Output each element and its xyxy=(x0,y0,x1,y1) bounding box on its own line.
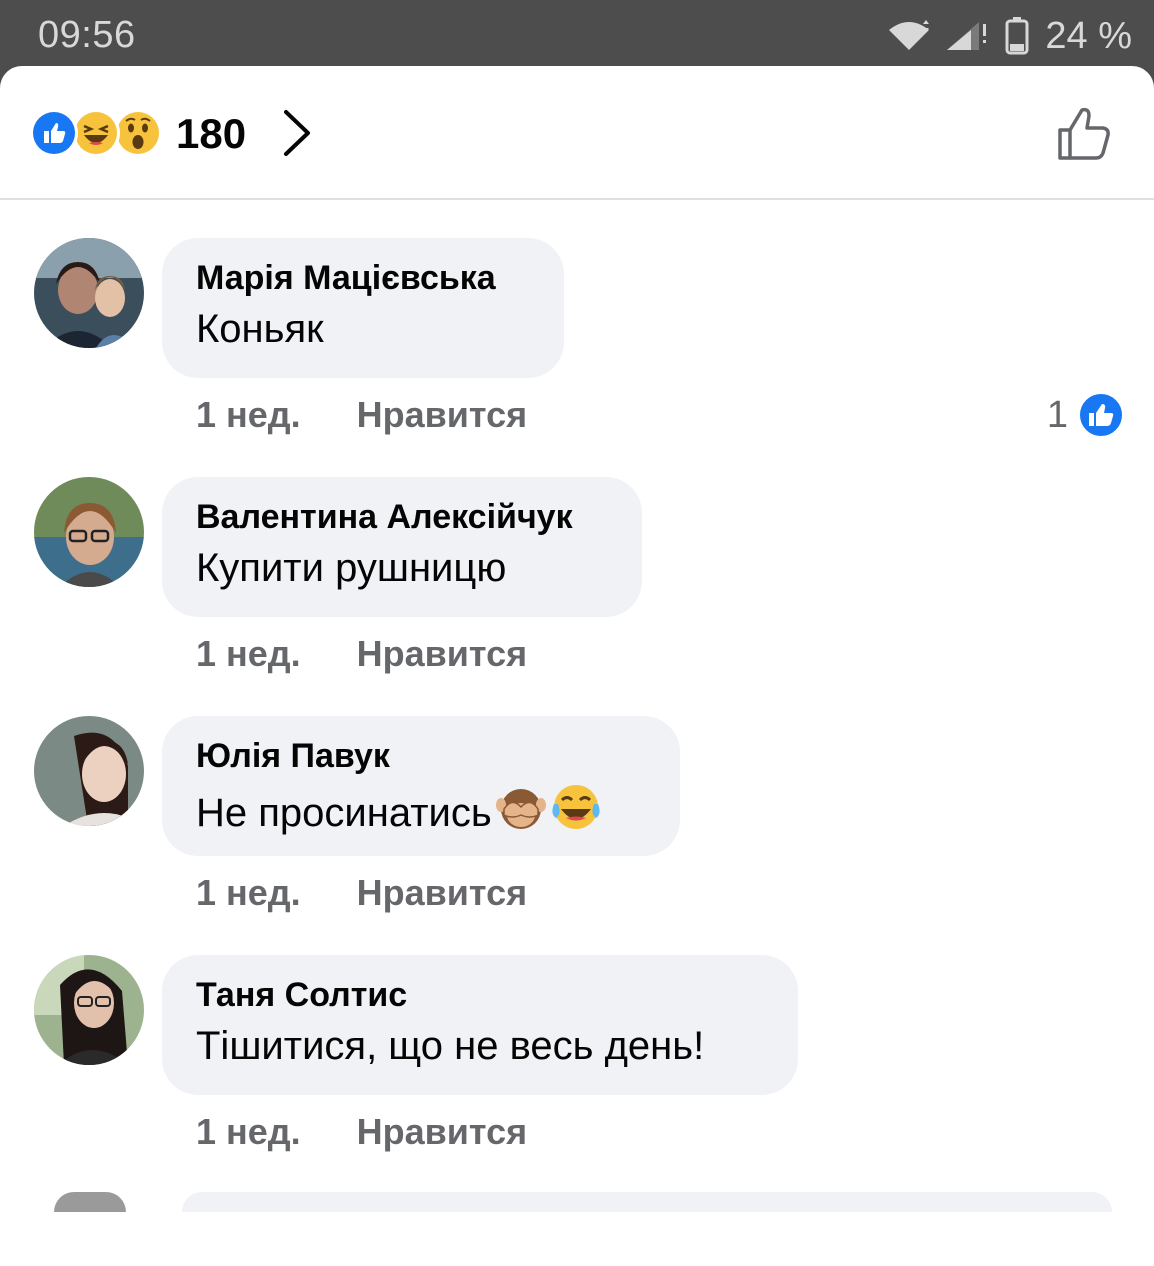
like-comment-button[interactable]: Нравится xyxy=(357,394,527,436)
reaction-summary-bar[interactable]: 180 xyxy=(0,66,1154,200)
chevron-right-icon[interactable] xyxy=(280,108,312,163)
like-count-number: 1 xyxy=(1046,393,1068,436)
comment-actions: 1 нед. Нравится xyxy=(196,394,527,436)
comment-item: Таня Солтис Тішитися, що не весь день! 1… xyxy=(0,955,1154,1193)
avatar[interactable] xyxy=(34,238,144,348)
status-time: 09:56 xyxy=(38,14,136,56)
comment-text-content: Тішитися, що не весь день! xyxy=(196,1024,705,1068)
comment-time[interactable]: 1 нед. xyxy=(196,872,301,914)
avatar[interactable] xyxy=(34,955,144,1065)
battery-icon xyxy=(1005,17,1029,55)
comment-author[interactable]: Марія Мацієвська xyxy=(196,258,530,298)
comment-author[interactable]: Юлія Павук xyxy=(196,736,646,776)
wow-reaction-icon xyxy=(114,109,162,157)
comment-item: Юлія Павук Не просинатись 1 нед. Нравитс… xyxy=(0,716,1154,954)
like-comment-button[interactable]: Нравится xyxy=(357,1111,527,1153)
like-post-button[interactable] xyxy=(1056,104,1114,167)
haha-reaction-icon xyxy=(72,109,120,157)
tears-of-joy-icon xyxy=(550,782,602,844)
status-icons: 24 % xyxy=(887,14,1132,58)
comment-bubble[interactable]: Марія Мацієвська Коньяк xyxy=(162,238,564,378)
comments-sheet: 180 Марія Мацієвська Коньяк 1 нед. Нрави… xyxy=(0,66,1154,1266)
comment-time[interactable]: 1 нед. xyxy=(196,633,301,675)
battery-level: 24 % xyxy=(1045,14,1132,57)
comment-actions: 1 нед. Нравится xyxy=(196,633,527,675)
next-comment-bubble xyxy=(182,1192,1112,1212)
avatar[interactable] xyxy=(34,716,144,826)
avatar[interactable] xyxy=(34,477,144,587)
see-no-evil-monkey-icon xyxy=(495,783,546,843)
like-comment-button[interactable]: Нравится xyxy=(357,633,527,675)
status-bar: 09:56 24 % xyxy=(0,0,1154,72)
comment-bubble[interactable]: Таня Солтис Тішитися, що не весь день! xyxy=(162,955,798,1095)
like-comment-button[interactable]: Нравится xyxy=(357,872,527,914)
comment-text-content: Купити рушницю xyxy=(196,546,507,590)
thumbs-up-outline-icon xyxy=(1058,107,1110,160)
comment-author[interactable]: Таня Солтис xyxy=(196,975,764,1015)
next-comment-avatar xyxy=(54,1192,126,1212)
reaction-icons[interactable] xyxy=(30,109,162,157)
comment-actions: 1 нед. Нравится xyxy=(196,1111,527,1153)
comment-bubble[interactable]: Валентина Алексійчук Купити рушницю xyxy=(162,477,642,617)
signal-icon xyxy=(945,20,991,52)
comment-text: Тішитися, що не весь день! xyxy=(196,1021,764,1071)
comment-text: Коньяк xyxy=(196,304,530,354)
reaction-count: 180 xyxy=(176,110,247,157)
comment-time[interactable]: 1 нед. xyxy=(196,1111,301,1153)
comment-item: Марія Мацієвська Коньяк 1 нед. Нравится … xyxy=(0,238,1154,476)
comment-like-count[interactable]: 1 xyxy=(1047,392,1124,438)
comment-item: Валентина Алексійчук Купити рушницю 1 не… xyxy=(0,477,1154,715)
comment-text: Не просинатись xyxy=(196,782,646,844)
comment-text: Купити рушницю xyxy=(196,543,608,593)
wifi-icon xyxy=(887,20,931,52)
like-reaction-icon xyxy=(30,109,78,157)
comment-text-content: Не просинатись xyxy=(196,791,492,835)
comment-time[interactable]: 1 нед. xyxy=(196,394,301,436)
comment-text-content: Коньяк xyxy=(196,307,324,351)
comment-bubble[interactable]: Юлія Павук Не просинатись xyxy=(162,716,680,856)
like-reaction-icon xyxy=(1078,392,1124,438)
comment-actions: 1 нед. Нравится xyxy=(196,872,527,914)
comment-author[interactable]: Валентина Алексійчук xyxy=(196,497,608,537)
